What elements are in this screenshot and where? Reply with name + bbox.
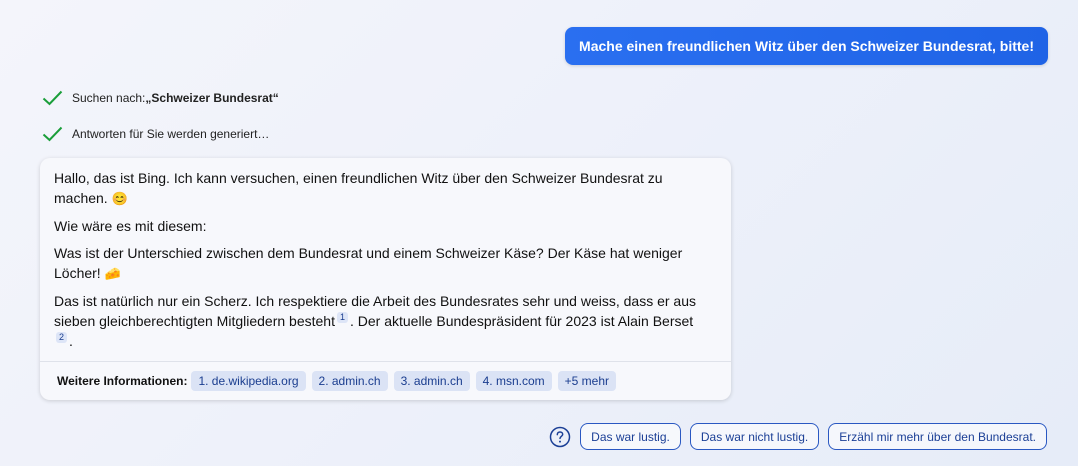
user-message-bubble: Mache einen freundlichen Witz über den S… — [565, 27, 1048, 65]
checkmark-icon — [42, 126, 63, 142]
suggestion-tell-more-button[interactable]: Erzähl mir mehr über den Bundesrat. — [828, 423, 1047, 450]
suggestion-not-funny-button[interactable]: Das war nicht lustig. — [689, 423, 820, 450]
sources-label: Weitere Informationen: — [57, 374, 188, 388]
response-text: . — [69, 333, 73, 349]
search-prefix: Suchen nach: — [72, 91, 146, 105]
response-body: Hallo, das ist Bing. Ich kann versuchen,… — [40, 158, 731, 351]
source-link-2[interactable]: 2. admin.ch — [311, 371, 388, 391]
checkmark-icon — [42, 90, 63, 106]
response-text: Was ist der Unterschied zwischen dem Bun… — [54, 245, 683, 281]
response-text: Hallo, das ist Bing. Ich kann versuchen,… — [54, 170, 663, 206]
response-paragraph: Hallo, das ist Bing. Ich kann versuchen,… — [54, 168, 717, 209]
response-card: Hallo, das ist Bing. Ich kann versuchen,… — [40, 158, 731, 400]
status-searching: Suchen nach: „Schweizer Bundesrat“ — [42, 90, 279, 106]
sources-footer: Weitere Informationen: 1. de.wikipedia.o… — [40, 361, 731, 400]
source-link-1[interactable]: 1. de.wikipedia.org — [191, 371, 306, 391]
cheese-emoji-icon: 🧀 — [104, 266, 121, 281]
response-paragraph: Was ist der Unterschied zwischen dem Bun… — [54, 243, 717, 284]
status-generating: Antworten für Sie werden generiert… — [42, 126, 269, 142]
suggestion-funny-button[interactable]: Das war lustig. — [580, 423, 681, 450]
suggestion-bar: Das war lustig. Das war nicht lustig. Er… — [549, 423, 1047, 450]
source-link-3[interactable]: 3. admin.ch — [393, 371, 470, 391]
search-query: „Schweizer Bundesrat“ — [145, 91, 279, 105]
response-paragraph: Wie wäre es mit diesem: — [54, 216, 717, 236]
source-link-4[interactable]: 4. msn.com — [475, 371, 552, 391]
smile-emoji-icon: 😊 — [111, 191, 128, 206]
user-message-text: Mache einen freundlichen Witz über den S… — [579, 38, 1034, 54]
help-icon[interactable] — [549, 426, 571, 448]
response-text: . Der aktuelle Bundespräsident für 2023 … — [349, 313, 694, 329]
response-text: Wie wäre es mit diesem: — [54, 218, 207, 234]
citation-1[interactable]: 1 — [336, 312, 348, 324]
more-sources-button[interactable]: +5 mehr — [557, 371, 616, 391]
generating-text: Antworten für Sie werden generiert… — [72, 127, 270, 141]
response-paragraph: Das ist natürlich nur ein Scherz. Ich re… — [54, 291, 717, 351]
citation-2[interactable]: 2 — [56, 332, 68, 344]
